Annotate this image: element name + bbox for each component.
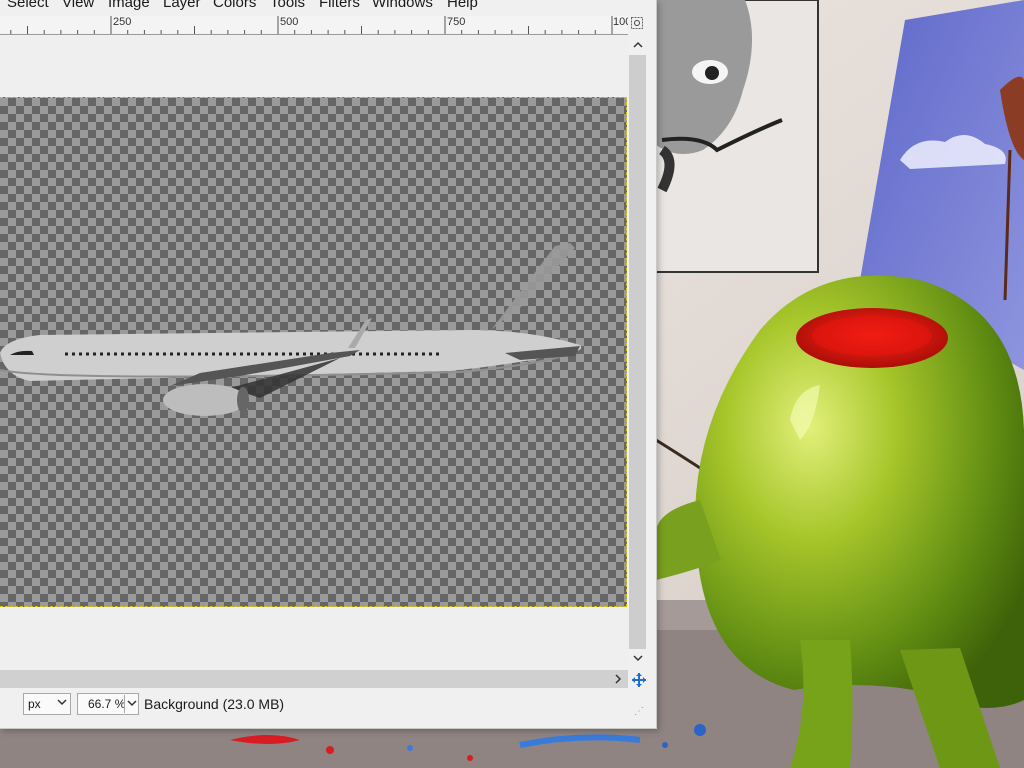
menubar: Select View Image Layer Colors Tools Fil… <box>0 0 656 16</box>
unit-value: px <box>28 697 41 711</box>
gimp-image-window: Select View Image Layer Colors Tools Fil… <box>0 0 657 729</box>
status-bar: px 66.7 % Background (23.0 MB) <box>0 690 656 722</box>
menu-tools[interactable]: Tools <box>270 0 305 11</box>
menu-filters[interactable]: Filters <box>319 0 360 11</box>
menu-select[interactable]: Select <box>7 0 49 11</box>
chevron-right-icon[interactable] <box>610 670 626 688</box>
navigate-icon[interactable] <box>630 671 648 689</box>
airplane-image <box>0 243 582 416</box>
zoom-fit-icon[interactable] <box>630 16 644 30</box>
canvas-area[interactable] <box>0 35 628 670</box>
menu-view[interactable]: View <box>62 0 94 11</box>
chevron-up-icon[interactable] <box>628 35 648 53</box>
chevron-down-icon[interactable] <box>628 649 648 667</box>
layer-canvas[interactable] <box>0 97 627 607</box>
unit-select[interactable]: px <box>23 693 71 715</box>
horizontal-scrollbar[interactable] <box>0 670 628 688</box>
menu-windows[interactable]: Windows <box>372 0 433 11</box>
ruler-label-500: 500 <box>280 16 299 28</box>
chevron-down-icon <box>57 697 67 709</box>
chevron-down-icon[interactable] <box>124 695 137 713</box>
vertical-scrollbar[interactable] <box>628 35 648 670</box>
zoom-value: 66.7 % <box>88 697 126 711</box>
layer-info-text: Background (23.0 MB) <box>144 696 285 712</box>
menu-colors[interactable]: Colors <box>213 0 256 11</box>
zoom-select[interactable]: 66.7 % <box>77 693 139 715</box>
ruler-ticks <box>10 16 613 34</box>
ruler-label-250: 250 <box>113 16 132 28</box>
ruler-label-750: 750 <box>447 16 466 28</box>
horizontal-ruler[interactable]: 250 500 750 100 <box>0 16 628 35</box>
menu-layer[interactable]: Layer <box>163 0 201 11</box>
menu-image[interactable]: Image <box>108 0 150 11</box>
resize-grip-icon[interactable]: ⋰ <box>634 706 644 717</box>
menu-help[interactable]: Help <box>447 0 478 11</box>
ruler-label-1000: 100 <box>613 16 628 28</box>
vertical-scrollbar-thumb[interactable] <box>629 55 646 649</box>
